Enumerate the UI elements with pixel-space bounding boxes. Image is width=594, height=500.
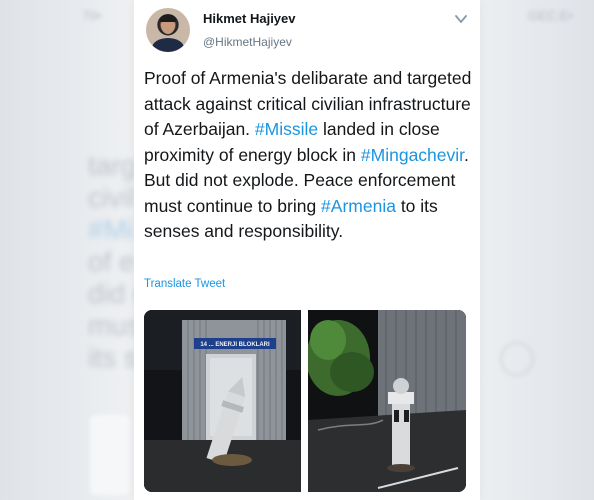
background-top-right-text: GEC.E• [528,8,574,23]
hashtag-link[interactable]: #Mingachevir [361,145,464,165]
hashtag-link[interactable]: #Missile [255,119,318,139]
hashtag-link[interactable]: #Armenia [321,196,396,216]
tweet-photo-2[interactable] [308,310,466,492]
chevron-down-icon[interactable] [455,14,467,24]
translate-tweet-link[interactable]: Translate Tweet [144,278,225,290]
photo-sign-text: 14 ... ENERJI BLOKLARI [200,342,270,348]
blurred-background-card [90,415,130,495]
tweet-photo-1[interactable]: 14 ... ENERJI BLOKLARI [144,310,301,492]
tweet-card: Hikmet Hajiyev @HikmetHajiyev Proof of A… [134,0,480,500]
avatar[interactable] [146,8,190,52]
author-handle[interactable]: @HikmetHajiyev [203,35,292,49]
blurred-background-icon [500,342,534,376]
author-name[interactable]: Hikmet Hajiyev [203,11,296,26]
tweet-text: Proof of Armenia's delibarate and target… [144,66,472,245]
background-top-left-text: 70• [82,8,102,23]
